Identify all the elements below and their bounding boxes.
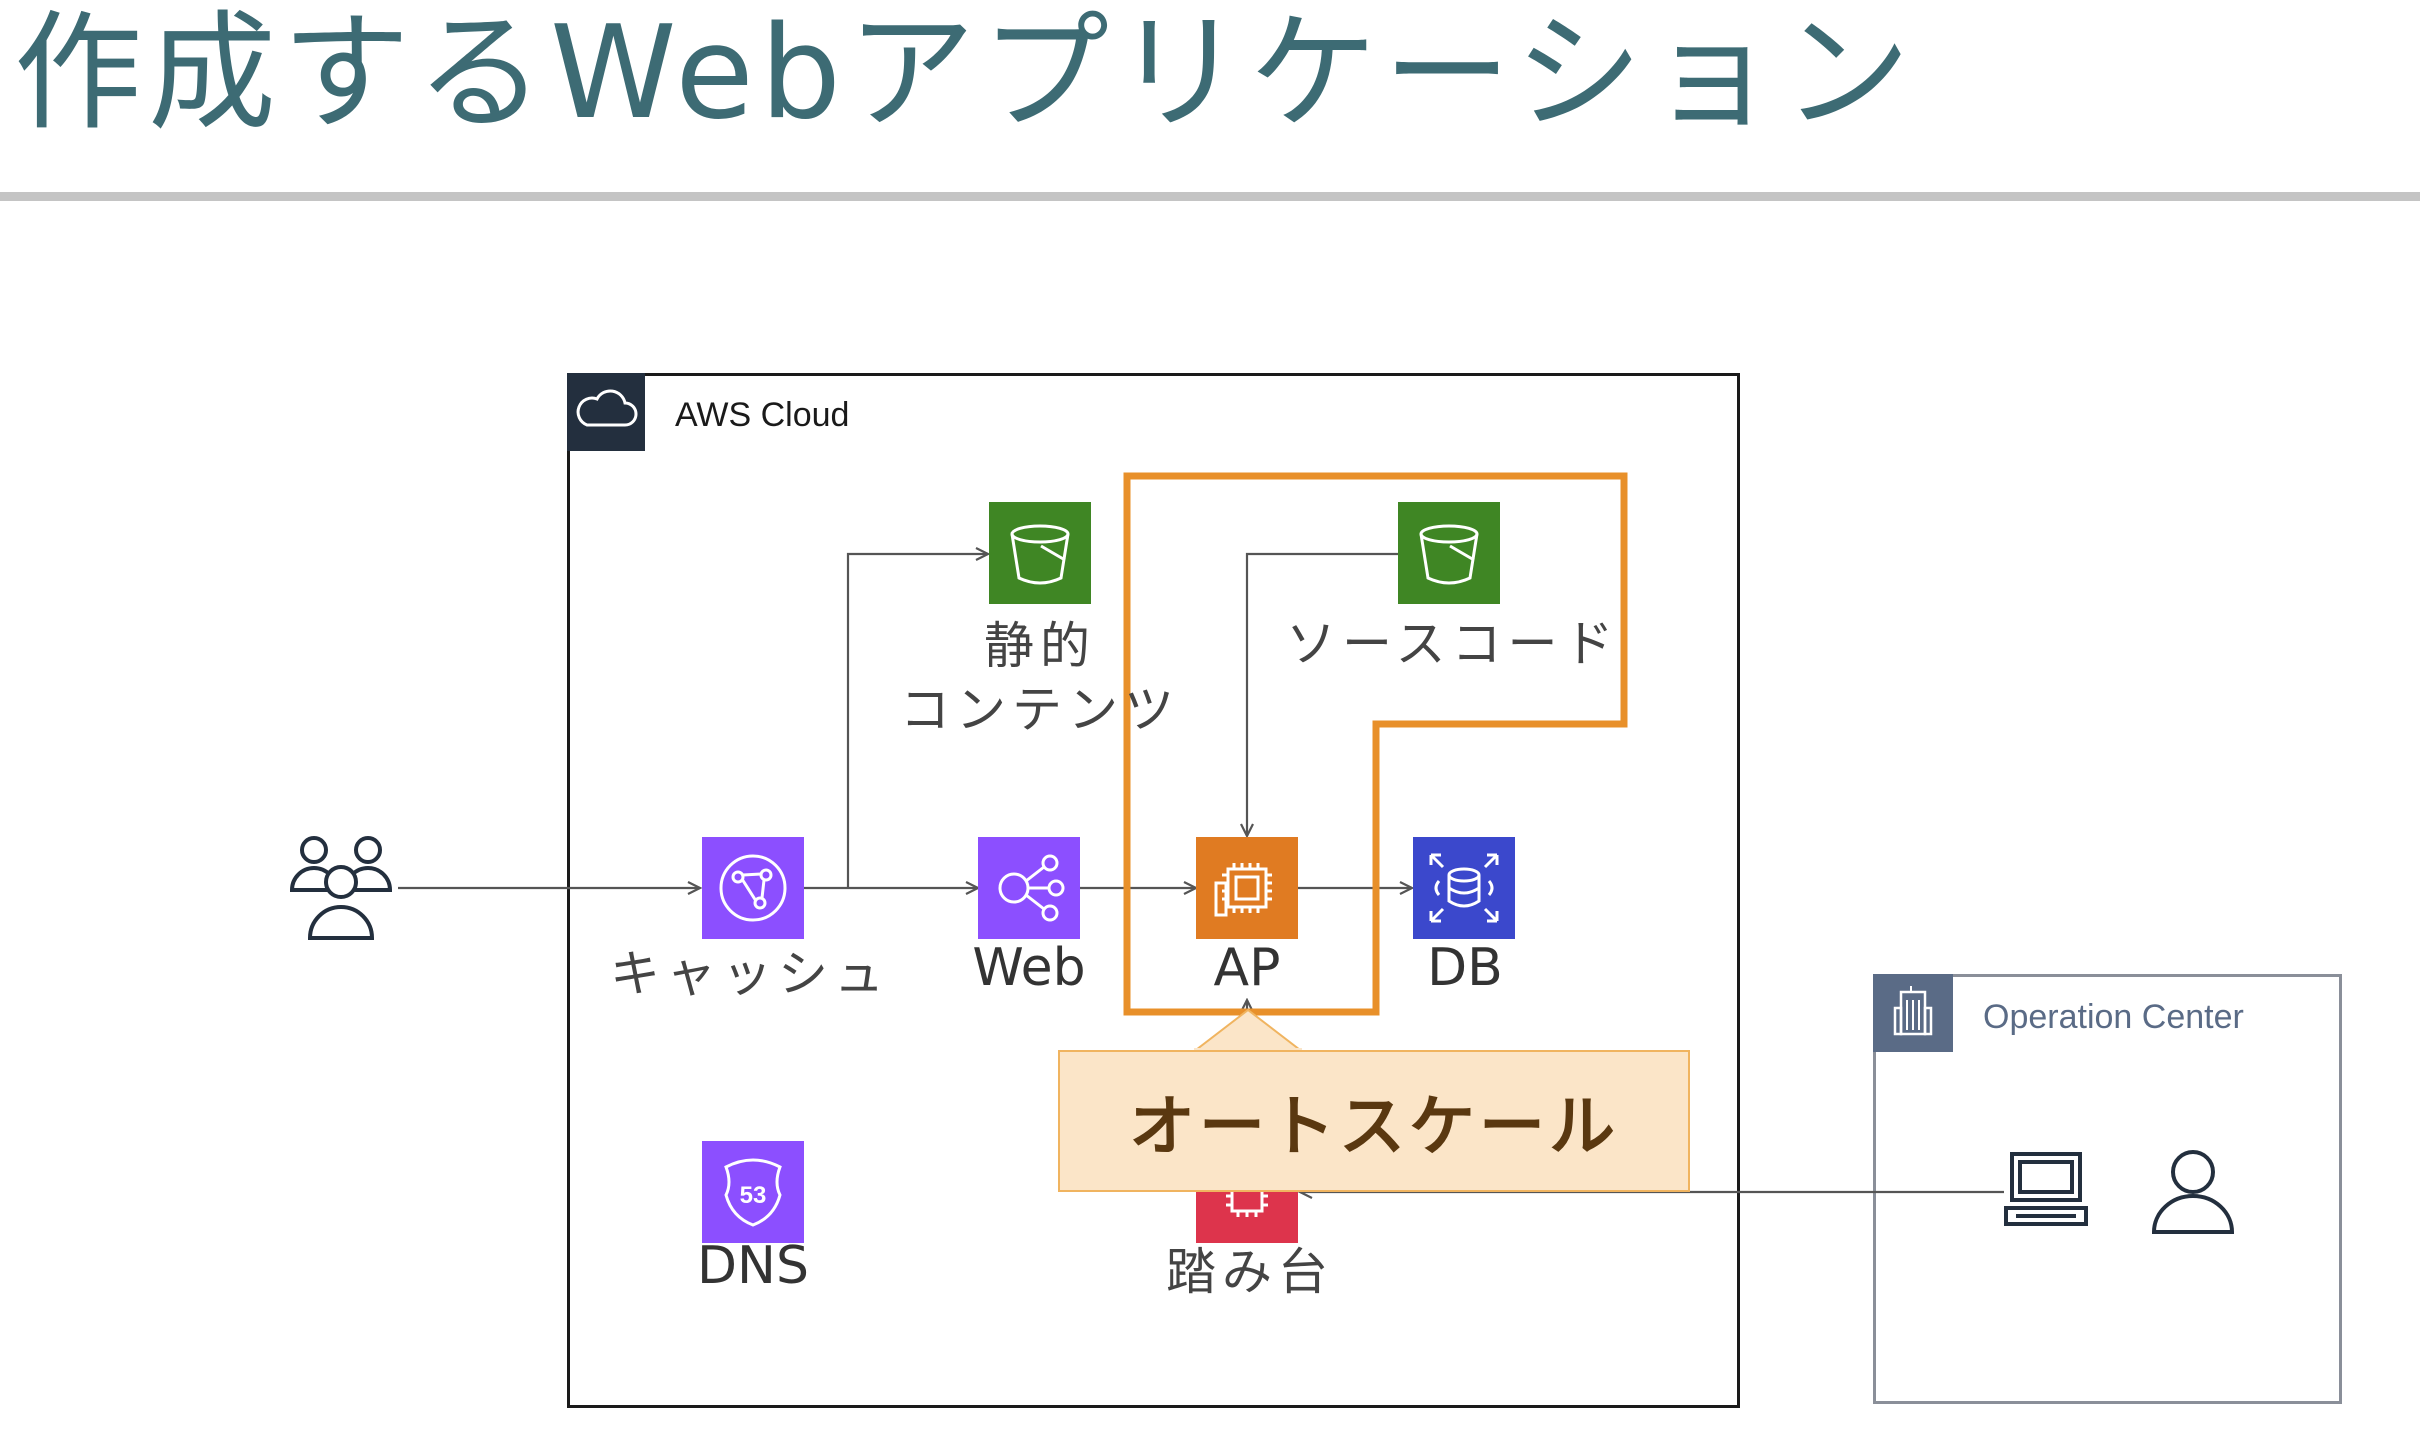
svg-text:53: 53 (740, 1182, 767, 1209)
web-label: Web (972, 938, 1086, 998)
s3-bucket-icon[interactable] (989, 502, 1091, 604)
s3-bucket-icon[interactable] (1398, 502, 1500, 604)
load-balancer-icon[interactable] (978, 837, 1080, 939)
users-icon (284, 832, 400, 946)
ap-label: AP (1213, 938, 1281, 998)
db-label: DB (1427, 938, 1503, 998)
source-code-label: ソースコード (1286, 615, 1620, 673)
rds-database-icon[interactable] (1413, 837, 1515, 939)
dns-label: DNS (697, 1236, 809, 1296)
route53-icon[interactable]: 53 (702, 1141, 804, 1243)
ec2-instance-icon[interactable] (1196, 837, 1298, 939)
cache-label: キャッシュ (610, 945, 890, 1003)
autoscale-text: オートスケール (1129, 1088, 1619, 1165)
user-icon (2148, 1146, 2238, 1240)
bastion-label: 踏み台 (1166, 1243, 1334, 1301)
cloudfront-icon[interactable] (702, 837, 804, 939)
static-label-line1: 静的 (984, 617, 1096, 675)
autoscale-callout: オートスケール (1058, 1050, 1690, 1192)
static-label-line2: コンテンツ (900, 681, 1180, 739)
laptop-icon (2002, 1148, 2090, 1238)
